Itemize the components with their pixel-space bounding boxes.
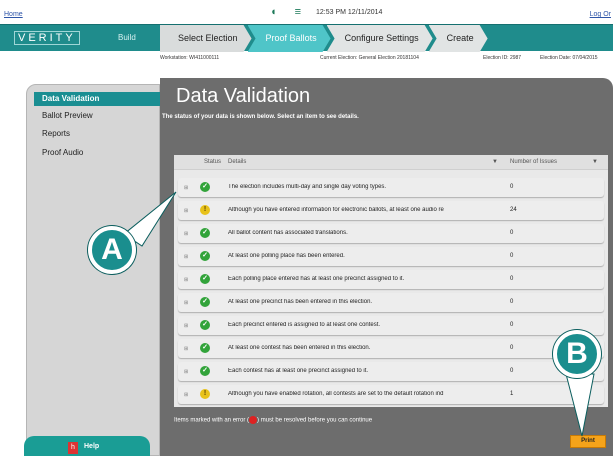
table-row[interactable]: ⊞ ✓ Each contest has at least one precin…	[178, 362, 604, 381]
table-row[interactable]: ⊞ ✓ At least one contest has been entere…	[178, 339, 604, 358]
callout-a-badge: A	[88, 226, 136, 274]
page-title: Data Validation	[176, 85, 311, 107]
row-issue-count: 0	[510, 230, 514, 236]
expand-icon[interactable]: ⊞	[184, 300, 188, 306]
app-header: VERITY Build Select Election Proof Ballo…	[0, 24, 613, 51]
top-bar: Home ◖ ≡ 12:53 PM 12/11/2014 Log Or	[0, 0, 613, 24]
ok-status-icon: ✓	[200, 251, 210, 261]
table-row[interactable]: ⊞ ✓ The election includes multi-day and …	[178, 178, 604, 197]
row-issue-count: 0	[510, 253, 514, 259]
row-issue-count: 0	[510, 299, 514, 305]
issues-filter-icon[interactable]: ▼	[592, 159, 598, 165]
column-issues[interactable]: Number of Issues	[510, 159, 557, 165]
sidebar-item-reports[interactable]: Reports	[42, 129, 70, 138]
table-row[interactable]: ⊞ ✓ Each precinct entered is assigned to…	[178, 316, 604, 335]
row-issue-count: 0	[510, 345, 514, 351]
table-row[interactable]: ⊞ ✓ Each polling place entered has at le…	[178, 270, 604, 289]
row-details: At least one polling place has been ente…	[228, 253, 345, 259]
row-details: Each precinct entered is assigned to at …	[228, 322, 381, 328]
expand-icon[interactable]: ⊞	[184, 323, 188, 329]
warning-status-icon: !	[200, 205, 210, 215]
row-issue-count: 0	[510, 322, 514, 328]
workstation-label: Workstation: WI411000111	[160, 55, 220, 61]
expand-icon[interactable]: ⊞	[184, 185, 188, 191]
column-status[interactable]: Status	[204, 159, 221, 165]
tab-configure-settings[interactable]: Configure Settings	[327, 25, 433, 52]
ok-status-icon: ✓	[200, 274, 210, 284]
battery-icon: ◖	[270, 6, 277, 18]
help-label: Help	[84, 443, 100, 450]
row-details: All ballot content has associated transl…	[228, 230, 348, 236]
election-date-label: Election Date: 07/04/2015	[540, 55, 598, 61]
clock-datetime: 12:53 PM 12/11/2014	[316, 9, 383, 16]
sidebar-item-proof-audio[interactable]: Proof Audio	[42, 148, 83, 157]
ok-status-icon: ✓	[200, 297, 210, 307]
expand-icon[interactable]: ⊞	[184, 208, 188, 214]
sidebar-item-ballot-preview[interactable]: Ballot Preview	[42, 111, 93, 120]
status-icons: ◖ ≡	[270, 6, 301, 18]
row-issue-count: 0	[510, 184, 514, 190]
table-row[interactable]: ⊞ ✓ All ballot content has associated tr…	[178, 224, 604, 243]
election-info-strip: Workstation: WI411000111 Current Electio…	[160, 51, 613, 64]
row-details: Although you have entered information fo…	[228, 207, 444, 213]
error-footnote: Items marked with an error ( ) must be re…	[174, 416, 372, 424]
row-issue-count: 0	[510, 276, 514, 282]
ok-status-icon: ✓	[200, 343, 210, 353]
callout-b-pointer	[565, 373, 595, 437]
ok-status-icon: ✓	[200, 182, 210, 192]
ok-status-icon: ✓	[200, 320, 210, 330]
current-election-label: Current Election: General Election 20181…	[320, 55, 419, 61]
callout-b-badge: B	[553, 330, 601, 378]
election-id-label: Election ID: 2987	[483, 55, 522, 61]
help-button[interactable]: h Help	[24, 436, 150, 456]
row-details: At least one contest has been entered in…	[228, 345, 371, 351]
workflow-tabs: Select Election Proof Ballots Configure …	[160, 25, 484, 52]
table-row[interactable]: ⊞ ✓ At least one precinct has been enter…	[178, 293, 604, 312]
row-issue-count: 24	[510, 207, 517, 213]
expand-icon[interactable]: ⊞	[184, 369, 188, 375]
warning-status-icon: !	[200, 389, 210, 399]
row-details: The election includes multi-day and sing…	[228, 184, 387, 190]
logout-link[interactable]: Log Or	[590, 11, 611, 18]
tab-proof-ballots[interactable]: Proof Ballots	[248, 25, 331, 52]
build-label: Build	[118, 33, 136, 42]
home-link[interactable]: Home	[4, 11, 23, 18]
row-details: At least one precinct has been entered i…	[228, 299, 373, 305]
column-details[interactable]: Details	[228, 159, 246, 165]
table-row[interactable]: ⊞ ✓ At least one polling place has been …	[178, 247, 604, 266]
table-row[interactable]: ⊞ ! Although you have enabled rotation, …	[178, 385, 604, 404]
table-header: Status Details ▼ Number of Issues ▼	[174, 155, 608, 170]
table-row[interactable]: ⊞ ! Although you have entered informatio…	[178, 201, 604, 220]
footnote-text-post: ) must be resolved before you can contin…	[257, 417, 373, 424]
row-details: Each polling place entered has at least …	[228, 276, 405, 282]
tab-create[interactable]: Create	[429, 25, 488, 52]
error-icon	[249, 416, 258, 424]
ok-status-icon: ✓	[200, 366, 210, 376]
expand-icon[interactable]: ⊞	[184, 231, 188, 237]
expand-icon[interactable]: ⊞	[184, 346, 188, 352]
main-panel: Data Validation The status of your data …	[160, 78, 613, 456]
row-issue-count: 0	[510, 368, 514, 374]
expand-icon[interactable]: ⊞	[184, 254, 188, 260]
validation-table: Status Details ▼ Number of Issues ▼ ⊞ ✓ …	[174, 155, 608, 407]
footnote-text-pre: Items marked with an error (	[174, 417, 250, 424]
ok-status-icon: ✓	[200, 228, 210, 238]
instructions-text: The status of your data is shown below. …	[162, 114, 359, 120]
sidebar	[26, 84, 160, 456]
expand-icon[interactable]: ⊞	[184, 277, 188, 283]
row-issue-count: 1	[510, 391, 514, 397]
brand-logo: VERITY	[14, 31, 80, 45]
help-book-icon: h	[68, 442, 78, 454]
expand-icon[interactable]: ⊞	[184, 392, 188, 398]
row-details: Although you have enabled rotation, all …	[228, 391, 444, 397]
menu-icon: ≡	[294, 6, 302, 18]
tab-select-election[interactable]: Select Election	[160, 25, 252, 52]
details-filter-icon[interactable]: ▼	[492, 159, 498, 165]
row-details: Each contest has at least one precinct a…	[228, 368, 369, 374]
